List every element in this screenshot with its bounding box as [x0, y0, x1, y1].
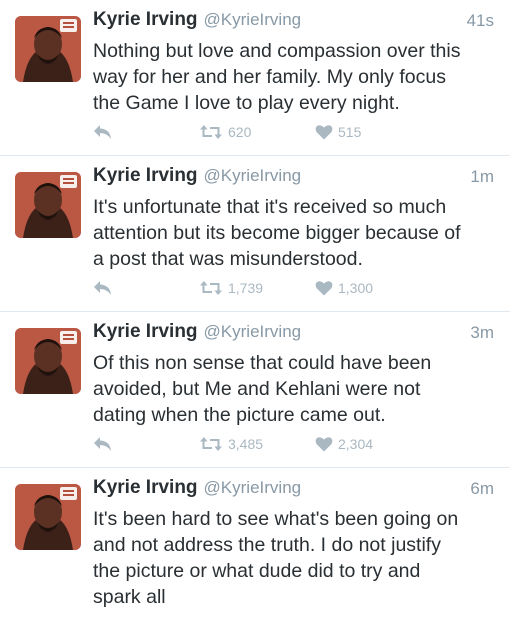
- timestamp: 1m: [470, 167, 494, 186]
- tweet[interactable]: Kyrie Irving @KyrieIrving 41s Nothing but…: [0, 0, 510, 156]
- heart-icon: [315, 281, 333, 296]
- tweet-text: Of this non sense that could have been a…: [93, 352, 432, 426]
- timestamp: 3m: [470, 323, 494, 342]
- tweet-actions: 3,485 2,304: [93, 432, 493, 456]
- tweet-header: Kyrie Irving @KyrieIrving 41s: [93, 9, 494, 37]
- retweet-button[interactable]: 1,739: [199, 276, 263, 300]
- retweet-icon: [200, 281, 222, 295]
- author-name[interactable]: Kyrie Irving: [93, 321, 198, 342]
- retweet-count: 3,485: [228, 436, 264, 452]
- tweet[interactable]: Kyrie Irving @KyrieIrving 3m Of this non …: [0, 312, 510, 468]
- like-button[interactable]: 2,304: [315, 432, 373, 456]
- tweet-text: Nothing but love and compassion over thi…: [93, 40, 461, 114]
- retweet-icon: [200, 437, 222, 451]
- timestamp: 41s: [466, 11, 494, 30]
- avatar[interactable]: [15, 328, 81, 394]
- tweet-text: It's unfortunate that it's received so m…: [93, 196, 461, 270]
- like-button[interactable]: 515: [315, 120, 361, 144]
- author-handle[interactable]: @KyrieIrving: [204, 10, 302, 29]
- avatar[interactable]: [15, 172, 81, 238]
- timeline: Kyrie Irving @KyrieIrving 41s Nothing but…: [0, 0, 510, 608]
- retweet-count: 620: [228, 124, 252, 140]
- like-count: 1,300: [338, 280, 374, 296]
- tweet-header: Kyrie Irving @KyrieIrving 6m: [93, 477, 494, 505]
- avatar[interactable]: [15, 16, 81, 82]
- author-name[interactable]: Kyrie Irving: [93, 9, 198, 30]
- retweet-button[interactable]: 3,485: [199, 432, 263, 456]
- avatar[interactable]: [15, 484, 81, 550]
- like-count: 2,304: [338, 436, 374, 452]
- tweet-header: Kyrie Irving @KyrieIrving 1m: [93, 165, 494, 193]
- heart-icon: [315, 125, 333, 140]
- tweet-text: It's been hard to see what's been going …: [93, 508, 459, 608]
- tweet-actions: 620 515: [93, 120, 493, 144]
- tweet[interactable]: Kyrie Irving @KyrieIrving 1m It's unfortu…: [0, 156, 510, 312]
- tweet-header: Kyrie Irving @KyrieIrving 3m: [93, 321, 494, 349]
- retweet-button[interactable]: 620: [199, 120, 251, 144]
- tweet[interactable]: Kyrie Irving @KyrieIrving 6m It's been ha…: [0, 468, 510, 624]
- like-button[interactable]: 1,300: [315, 276, 373, 300]
- heart-icon: [315, 437, 333, 452]
- reply-icon: [94, 281, 111, 295]
- reply-button[interactable]: [93, 432, 113, 456]
- reply-button[interactable]: [93, 276, 113, 300]
- timestamp: 6m: [470, 479, 494, 498]
- retweet-icon: [200, 125, 222, 139]
- reply-icon: [94, 125, 111, 139]
- tweet-actions: 1,739 1,300: [93, 276, 493, 300]
- author-handle[interactable]: @KyrieIrving: [204, 478, 302, 497]
- author-handle[interactable]: @KyrieIrving: [204, 322, 302, 341]
- author-name[interactable]: Kyrie Irving: [93, 477, 198, 498]
- like-count: 515: [338, 124, 362, 140]
- reply-button[interactable]: [93, 120, 113, 144]
- author-handle[interactable]: @KyrieIrving: [204, 166, 302, 185]
- author-name[interactable]: Kyrie Irving: [93, 165, 198, 186]
- reply-icon: [94, 437, 111, 451]
- retweet-count: 1,739: [228, 280, 264, 296]
